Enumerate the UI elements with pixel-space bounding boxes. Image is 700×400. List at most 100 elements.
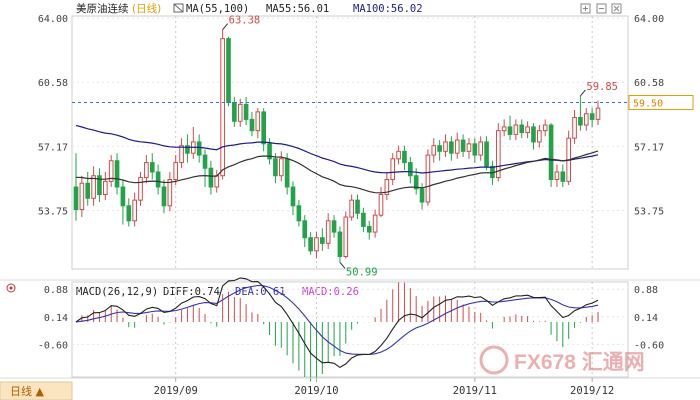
candle-body bbox=[484, 141, 489, 167]
candle-body bbox=[519, 124, 525, 134]
candle-body bbox=[525, 126, 530, 134]
candle-body bbox=[507, 126, 513, 135]
candle-body bbox=[278, 158, 284, 177]
candle-body bbox=[296, 205, 302, 222]
candle-body bbox=[126, 205, 132, 222]
candle-body bbox=[232, 102, 237, 122]
date-label: 2019/10 bbox=[294, 385, 338, 397]
candle-body bbox=[443, 141, 448, 152]
candle-body bbox=[226, 38, 231, 104]
candle-body bbox=[583, 113, 589, 126]
candle-body bbox=[425, 154, 431, 203]
candle-body bbox=[114, 160, 120, 188]
candle-body bbox=[243, 103, 249, 120]
last-price-tag: 59.50 bbox=[633, 99, 663, 110]
watermark: FX678 汇通网 bbox=[479, 345, 645, 375]
main-y-tick-right: 53.75 bbox=[634, 206, 664, 217]
candle-body bbox=[343, 216, 349, 257]
candle-body bbox=[331, 220, 337, 233]
moving-average-lines bbox=[75, 124, 599, 194]
candle-body bbox=[120, 186, 126, 207]
candle-body bbox=[249, 118, 255, 132]
candle-body bbox=[542, 124, 548, 132]
macd-y-tick-right: -0.60 bbox=[634, 340, 664, 351]
main-y-axis-left: 64.00 60.58 57.17 53.75 bbox=[38, 14, 68, 217]
candle-body bbox=[548, 124, 554, 180]
high-annotation: 63.38 bbox=[229, 15, 261, 27]
macd-y-tick-right: 0.14 bbox=[634, 313, 658, 324]
candle-body bbox=[513, 124, 519, 135]
candle-body bbox=[501, 126, 507, 132]
candle-body bbox=[220, 38, 225, 177]
candle-body bbox=[255, 111, 261, 132]
candle-body bbox=[149, 162, 155, 173]
high-annotation-leader bbox=[222, 23, 229, 30]
macd-diff-value: DIFF:0.74 bbox=[163, 286, 220, 298]
candle-body bbox=[454, 139, 460, 154]
macd-hist-value: MACD:0.26 bbox=[302, 286, 359, 298]
candle-body bbox=[578, 117, 583, 126]
ma-params: MA(55,100) bbox=[186, 3, 249, 15]
candle-body bbox=[179, 145, 184, 164]
candle-body bbox=[302, 220, 308, 239]
main-grid bbox=[72, 16, 628, 269]
ma55-value: MA55:56.01 bbox=[266, 3, 329, 15]
candle-body bbox=[554, 171, 560, 180]
symbol-title: 美原油连续 bbox=[76, 2, 129, 15]
macd-title: MACD(26,12,9) bbox=[76, 286, 158, 298]
toolbar-icons[interactable] bbox=[580, 3, 622, 14]
recent-high-annotation-leader bbox=[580, 89, 586, 97]
candle-body bbox=[337, 231, 343, 257]
date-label: 2019/09 bbox=[154, 385, 198, 397]
watermark-text: FX678 汇通网 bbox=[514, 351, 645, 374]
candle-body bbox=[402, 150, 407, 164]
last-price-line: 59.50 bbox=[72, 95, 694, 111]
candle-body bbox=[85, 182, 91, 199]
candle-body bbox=[437, 145, 442, 152]
candle-body bbox=[361, 212, 366, 227]
candle-body bbox=[349, 199, 354, 218]
period-label: (日线) bbox=[132, 2, 161, 15]
main-plot-frame bbox=[71, 15, 629, 270]
candle-body bbox=[537, 130, 542, 143]
candle-body bbox=[595, 107, 601, 120]
candle-body bbox=[167, 178, 173, 207]
main-y-tick-right: 60.58 bbox=[634, 78, 664, 89]
main-y-tick-left: 60.58 bbox=[38, 78, 68, 89]
candle-body bbox=[366, 225, 372, 233]
candle-body bbox=[390, 158, 396, 180]
watermark-logo-icon bbox=[479, 345, 509, 375]
candle-body bbox=[478, 141, 484, 156]
date-label: 2019/12 bbox=[570, 385, 614, 397]
futures-chart: 64.00 60.58 57.17 53.75 64.00 60.58 57.17 53.7… bbox=[0, 2, 700, 400]
main-y-tick-left: 57.17 bbox=[38, 142, 68, 153]
macd-y-axis-right: 0.88 0.14 -0.60 bbox=[634, 285, 664, 351]
candle-body bbox=[419, 188, 425, 203]
candle-body bbox=[378, 194, 384, 216]
candle-body bbox=[173, 162, 179, 180]
indicator-settings-icon-dot bbox=[9, 286, 13, 290]
ma-indicator-icon-diag bbox=[173, 3, 184, 13]
candle-body bbox=[372, 214, 378, 233]
main-y-tick-right: 57.17 bbox=[634, 142, 664, 153]
candle-body bbox=[155, 171, 161, 188]
ma100-value: MA100:56.02 bbox=[353, 3, 423, 15]
candle-body bbox=[396, 150, 401, 160]
date-axis: 2019/09 2019/10 2019/11 2019/12 bbox=[154, 378, 614, 397]
candle-body bbox=[290, 186, 296, 207]
main-y-tick-right: 64.00 bbox=[634, 14, 664, 25]
candle-body bbox=[103, 180, 108, 196]
candle-body bbox=[208, 167, 214, 188]
main-y-tick-left: 53.75 bbox=[38, 206, 68, 217]
candle-body bbox=[138, 177, 143, 201]
candle-body bbox=[196, 141, 202, 156]
candle-body bbox=[589, 113, 595, 120]
candle-body bbox=[460, 139, 466, 152]
candle-body bbox=[202, 154, 208, 169]
candle-body bbox=[560, 171, 566, 182]
candle-body bbox=[161, 186, 167, 207]
macd-y-tick-left: -0.60 bbox=[38, 340, 68, 351]
candle-body bbox=[466, 143, 472, 152]
macd-y-tick-left: 0.88 bbox=[44, 285, 68, 296]
candle-body bbox=[308, 237, 313, 252]
